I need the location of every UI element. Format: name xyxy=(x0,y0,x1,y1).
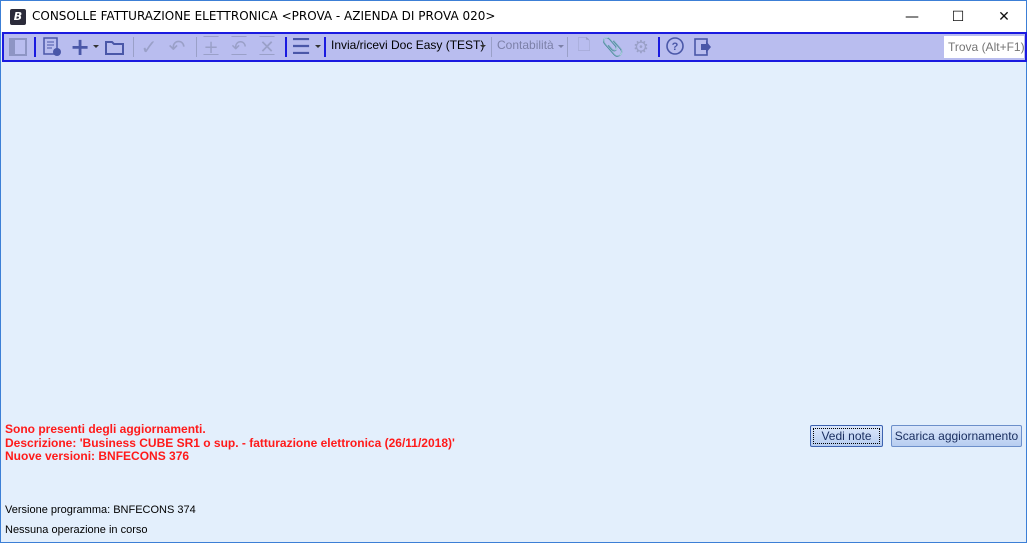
toolbar: + ✓ ↶ + ↶ ✕ ☰ Invia/ricevi Doc Easy (TES… xyxy=(2,32,1027,62)
undo-row-icon[interactable]: ↶ xyxy=(228,36,250,58)
contabilita-dropdown-arrow-icon[interactable] xyxy=(558,45,564,48)
update-new-versions: Nuove versioni: BNFECONS 376 xyxy=(5,449,190,463)
minimize-button[interactable]: — xyxy=(889,1,935,32)
app-logo-icon: B xyxy=(10,9,26,25)
update-description: Descrizione: 'Business CUBE SR1 o sup. -… xyxy=(5,436,455,450)
main-window: B CONSOLLE FATTURAZIONE ELETTRONICA <PRO… xyxy=(0,0,1027,543)
exit-icon[interactable] xyxy=(692,36,714,58)
delete-row-icon[interactable]: ✕ xyxy=(256,36,278,58)
maximize-button[interactable]: ☐ xyxy=(935,1,981,32)
close-button[interactable]: ✕ xyxy=(981,1,1027,32)
settings-gears-icon[interactable]: ⚙ xyxy=(630,36,652,58)
download-update-button[interactable]: Scarica aggiornamento xyxy=(891,425,1022,447)
invia-dropdown-arrow-icon[interactable] xyxy=(480,45,486,48)
add-icon[interactable]: + xyxy=(69,33,91,61)
menu-icon[interactable]: ☰ xyxy=(290,35,312,60)
invia-ricevi-menu[interactable]: Invia/ricevi Doc Easy (TEST) xyxy=(331,38,484,52)
add-dropdown-arrow-icon[interactable] xyxy=(93,45,99,48)
operation-status: Nessuna operazione in corso xyxy=(5,524,148,536)
attachment-icon[interactable]: 📎 xyxy=(602,36,624,58)
title-bar: B CONSOLLE FATTURAZIONE ELETTRONICA <PRO… xyxy=(1,1,1026,32)
sidebar-toggle-icon[interactable] xyxy=(8,36,28,58)
svg-text:?: ? xyxy=(672,41,679,53)
new-document-list-icon[interactable] xyxy=(41,36,63,58)
contabilita-menu[interactable]: Contabilità xyxy=(497,38,554,52)
undo-icon[interactable]: ↶ xyxy=(166,35,188,59)
document-preview-icon[interactable]: 🗋 xyxy=(573,35,595,58)
window-title: CONSOLLE FATTURAZIONE ELETTRONICA <PROVA… xyxy=(32,9,496,23)
open-folder-icon[interactable] xyxy=(104,36,126,58)
help-icon[interactable]: ? xyxy=(664,36,686,58)
insert-row-icon[interactable]: + xyxy=(200,36,222,58)
search-input[interactable] xyxy=(944,36,1024,58)
update-notice: Sono presenti degli aggiornamenti. xyxy=(5,422,206,436)
view-notes-button[interactable]: Vedi note xyxy=(810,425,883,447)
program-version: Versione programma: BNFECONS 374 xyxy=(5,504,196,516)
confirm-check-icon[interactable]: ✓ xyxy=(138,35,160,59)
menu-dropdown-arrow-icon[interactable] xyxy=(315,45,321,48)
